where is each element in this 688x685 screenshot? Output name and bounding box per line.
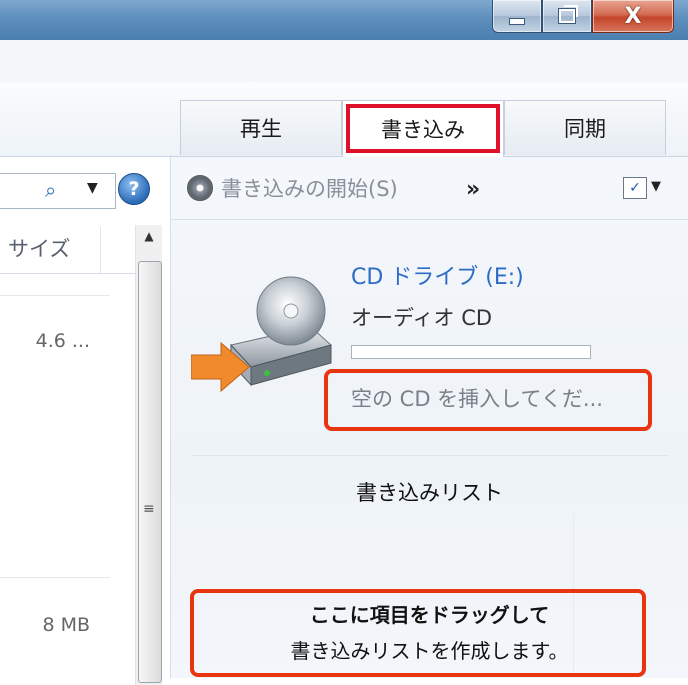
tab-sync[interactable]: 同期 [504,100,666,155]
burn-list-title[interactable]: 書き込みリスト [171,477,688,507]
close-icon: X [624,3,642,29]
library-pane: ⌕ ▼ ? サイズ 4.6 ... 8 MB ▲ ≡ [0,157,171,685]
table-row-size[interactable]: 4.6 ... [36,330,90,352]
tab-play[interactable]: 再生 [180,100,342,155]
chevron-down-icon[interactable]: ▼ [651,179,661,194]
drive-name[interactable]: CD ドライブ (E:) [351,259,524,291]
restore-icon [558,5,578,24]
grip-icon: ≡ [143,501,155,517]
column-header-size[interactable]: サイズ [0,227,135,274]
disc-capacity-bar [351,345,591,359]
burn-toolbar: 書き込みの開始(S) » ✓ ▼ [171,157,688,220]
drop-hint-line2: 書き込みリストを作成します。 [290,639,569,663]
chevron-down-icon[interactable]: ▼ [87,180,98,196]
row-divider [0,295,110,296]
search-icon[interactable]: ⌕ [45,178,56,202]
cd-drive-icon [191,276,333,393]
vertical-scrollbar[interactable]: ▲ ≡ [135,225,162,685]
close-button[interactable]: X [592,0,674,33]
tab-burn[interactable]: 書き込み [342,100,504,157]
minimize-button[interactable] [492,0,542,33]
table-row-size[interactable]: 8 MB [42,614,90,636]
start-burn-button[interactable]: 書き込みの開始(S) [221,173,398,203]
more-commands-button[interactable]: » [466,177,480,202]
drive-type: オーディオ CD [351,306,493,330]
help-button[interactable]: ? [118,173,150,205]
column-divider[interactable] [100,227,101,273]
minimize-icon [509,17,525,25]
toolbar-band [0,40,688,83]
drive-status: 空の CD を挿入してくだ... [351,387,603,411]
search-box[interactable]: ⌕ ▼ [0,173,116,209]
column-header-label: サイズ [8,237,71,261]
drop-hint-line1: ここに項目をドラッグして [309,603,550,627]
list-options-icon[interactable]: ✓ [623,177,647,199]
divider [191,455,668,456]
row-divider [0,577,110,578]
burn-pane: 書き込みの開始(S) » ✓ ▼ CD ドライブ (E:) オーディオ CD 空… [171,157,688,678]
tab-strip: 再生 書き込み 同期 [180,100,666,157]
window-controls: X [492,0,674,33]
disc-burn-icon [187,175,213,201]
scrollbar-thumb[interactable] [138,261,162,683]
maximize-button[interactable] [542,0,592,33]
title-bar: X [0,0,688,40]
scroll-up-icon[interactable]: ▲ [136,229,162,249]
